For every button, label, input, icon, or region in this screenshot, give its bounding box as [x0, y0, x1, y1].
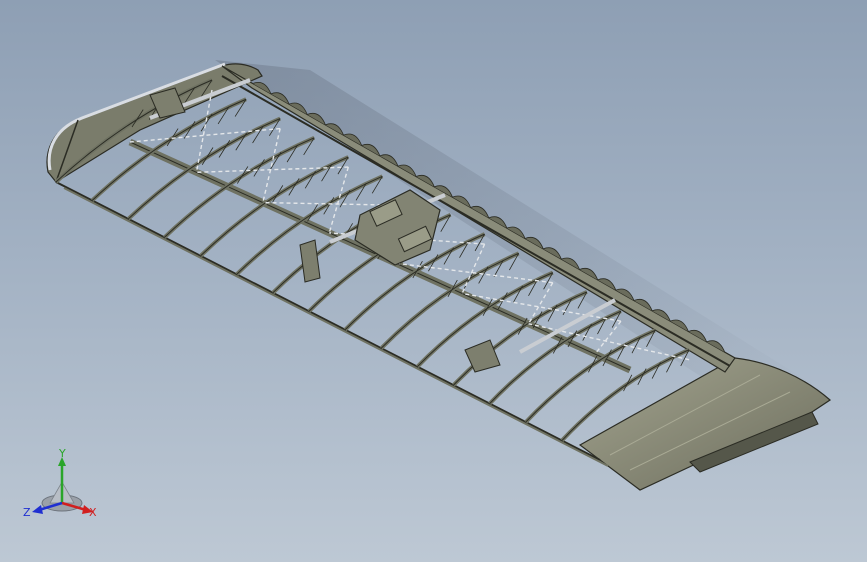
z-axis-label: Z: [23, 506, 31, 519]
x-axis-label: X: [89, 506, 97, 519]
z-axis-arrow: [32, 505, 43, 514]
y-axis-label: Y: [58, 448, 66, 460]
drag-wire: [262, 128, 281, 203]
cad-viewport[interactable]: Y X Z: [0, 0, 867, 562]
root-rib: [46, 63, 263, 183]
axis-triad: Y X Z: [23, 448, 97, 519]
wing-structure-model[interactable]: [0, 0, 867, 562]
